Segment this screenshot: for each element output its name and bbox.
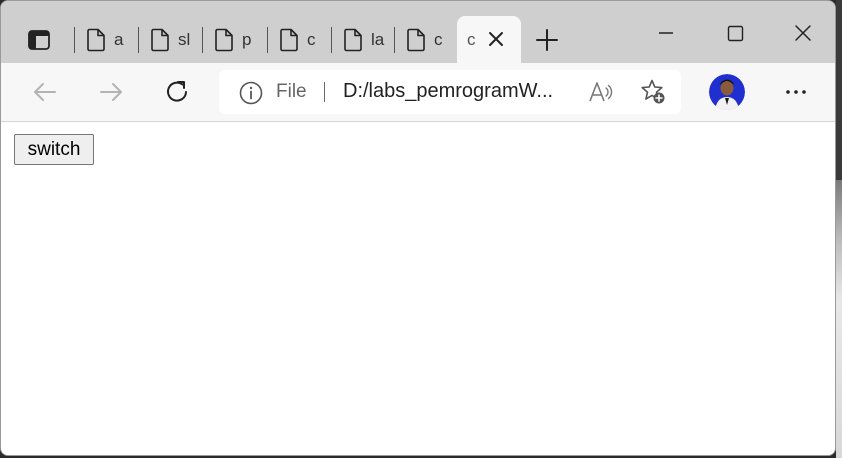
tab-actions-icon	[28, 30, 50, 50]
close-window-icon[interactable]	[783, 17, 823, 51]
page-icon	[151, 28, 169, 52]
tab-title: la	[371, 30, 385, 49]
page-icon	[407, 28, 425, 52]
tab-title: c	[434, 30, 443, 49]
desktop-backdrop	[836, 0, 842, 458]
tab-1[interactable]: a	[74, 16, 138, 63]
info-icon[interactable]	[239, 81, 263, 105]
address-scheme-label: File	[276, 81, 307, 102]
forward-arrow-icon[interactable]	[94, 75, 128, 109]
tab-strip: a sl p c la c c	[1, 1, 835, 63]
page-content: switch	[1, 122, 835, 455]
new-tab-icon[interactable]	[531, 25, 563, 55]
tab-3[interactable]: p	[202, 16, 267, 63]
tab-title: a	[114, 30, 124, 49]
tab-4[interactable]: c	[267, 16, 331, 63]
tab-5[interactable]: la	[331, 16, 394, 63]
page-icon	[344, 28, 362, 52]
maximize-icon[interactable]	[715, 17, 755, 51]
profile-avatar[interactable]	[709, 74, 745, 110]
tab-actions-button[interactable]	[23, 25, 55, 55]
browser-toolbar: File D:/labs_pemrogramW...	[1, 63, 835, 122]
tab-title: c	[467, 30, 476, 49]
tab-2[interactable]: sl	[138, 16, 202, 63]
tab-title: c	[307, 30, 316, 49]
refresh-icon[interactable]	[160, 75, 194, 109]
tab-active[interactable]: c	[457, 16, 521, 63]
minimize-icon[interactable]	[646, 17, 686, 51]
address-divider	[324, 82, 325, 102]
back-arrow-icon[interactable]	[28, 75, 62, 109]
tab-title: p	[242, 30, 252, 49]
close-tab-icon[interactable]	[487, 30, 505, 48]
address-url[interactable]: D:/labs_pemrogramW...	[343, 80, 565, 103]
browser-window: a sl p c la c c File D:/labs_pemrogramW.…	[0, 0, 836, 456]
tab-6[interactable]: c	[394, 16, 456, 63]
more-options-icon[interactable]	[779, 77, 813, 107]
tab-title: sl	[178, 30, 191, 49]
page-icon	[215, 28, 233, 52]
switch-button[interactable]: switch	[14, 134, 94, 165]
page-icon	[87, 28, 105, 52]
page-icon	[280, 28, 298, 52]
add-favorite-icon[interactable]	[639, 78, 667, 106]
profile-avatar-icon	[709, 74, 745, 110]
read-aloud-icon[interactable]	[587, 79, 613, 105]
address-bar[interactable]: File D:/labs_pemrogramW...	[219, 70, 681, 114]
